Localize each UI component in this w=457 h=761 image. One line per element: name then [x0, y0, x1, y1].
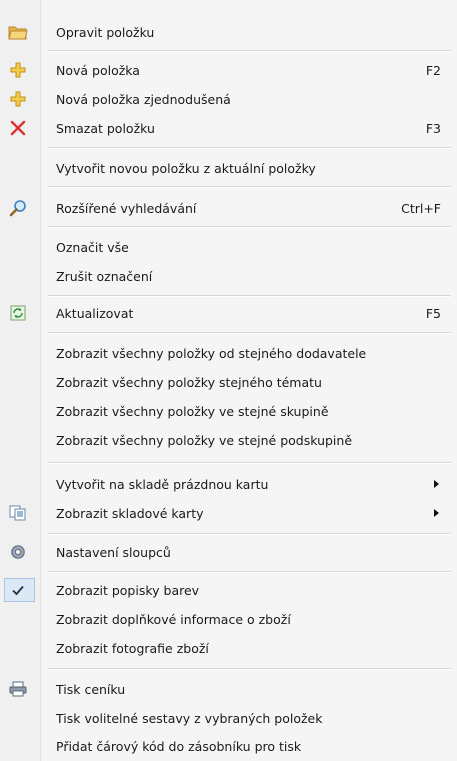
menu-item-print-price-list[interactable]: Tisk ceníku — [0, 677, 457, 701]
menu-item-new-simplified[interactable]: Nová položka zjednodušená — [0, 87, 457, 111]
menu-separator — [48, 147, 451, 149]
menu-item-label: Zobrazit skladové karty — [56, 505, 204, 521]
menu-item-label: Nová položka zjednodušená — [56, 91, 231, 107]
menu-item-deselect[interactable]: Zrušit označení — [0, 264, 457, 288]
shortcut-label: Ctrl+F — [401, 200, 441, 216]
menu-item-label: Zobrazit všechny položky ve stejné podsk… — [56, 432, 353, 448]
menu-item-delete[interactable]: Smazat položku F3 — [0, 116, 457, 140]
menu-item-show-color-labels[interactable]: Zobrazit popisky barev — [0, 578, 457, 602]
menu-item-show-same-subgroup[interactable]: Zobrazit všechny položky ve stejné podsk… — [0, 428, 457, 452]
checkmark-icon — [8, 580, 28, 600]
menu-item-select-all[interactable]: Označit vše — [0, 235, 457, 259]
add-plus-icon — [8, 60, 28, 80]
printer-icon — [8, 679, 28, 699]
copy-cards-icon — [8, 503, 28, 523]
menu-separator — [48, 332, 451, 334]
menu-separator — [48, 226, 451, 228]
menu-item-label: Smazat položku — [56, 120, 155, 136]
menu-item-label: Rozšířené vyhledávání — [56, 200, 197, 216]
menu-item-show-photos[interactable]: Zobrazit fotografie zboží — [0, 636, 457, 660]
menu-item-create-empty-card[interactable]: Vytvořit na skladě prázdnou kartu — [0, 472, 457, 496]
context-menu: Opravit položku Nová položka F2 Nová pol… — [0, 0, 457, 761]
menu-separator — [48, 50, 451, 52]
menu-item-refresh[interactable]: Aktualizovat F5 — [0, 301, 457, 325]
menu-item-label: Tisk volitelné sestavy z vybraných polož… — [56, 710, 323, 726]
menu-item-label: Zobrazit všechny položky ve stejné skupi… — [56, 403, 329, 419]
submenu-arrow-icon — [434, 480, 439, 488]
menu-item-show-same-group[interactable]: Zobrazit všechny položky ve stejné skupi… — [0, 399, 457, 423]
menu-item-show-stock-cards[interactable]: Zobrazit skladové karty — [0, 501, 457, 525]
menu-item-label: Vytvořit novou položku z aktuální položk… — [56, 160, 316, 176]
menu-separator — [48, 533, 451, 535]
menu-item-edit[interactable]: Opravit položku — [0, 20, 457, 44]
menu-item-label: Zobrazit všechny položky stejného tématu — [56, 374, 322, 390]
menu-item-label: Tisk ceníku — [56, 681, 126, 697]
menu-item-column-settings[interactable]: Nastavení sloupců — [0, 540, 457, 564]
menu-item-show-same-supplier[interactable]: Zobrazit všechny položky od stejného dod… — [0, 341, 457, 365]
menu-item-show-extra-info[interactable]: Zobrazit doplňkové informace o zboží — [0, 607, 457, 631]
menu-item-label: Nastavení sloupců — [56, 544, 171, 560]
menu-item-show-same-topic[interactable]: Zobrazit všechny položky stejného tématu — [0, 370, 457, 394]
menu-separator — [48, 462, 451, 464]
submenu-arrow-icon — [434, 509, 439, 517]
menu-item-label: Opravit položku — [56, 24, 155, 40]
menu-item-print-custom-report[interactable]: Tisk volitelné sestavy z vybraných polož… — [0, 706, 457, 730]
shortcut-label: F2 — [425, 62, 441, 78]
add-plus-icon — [8, 89, 28, 109]
menu-item-label: Zobrazit popisky barev — [56, 582, 200, 598]
folder-open-icon — [8, 22, 28, 42]
menu-item-label: Zobrazit doplňkové informace o zboží — [56, 611, 291, 627]
menu-item-label: Zrušit označení — [56, 268, 153, 284]
menu-item-new[interactable]: Nová položka F2 — [0, 58, 457, 82]
shortcut-label: F5 — [425, 305, 441, 321]
menu-item-label: Označit vše — [56, 239, 129, 255]
delete-x-icon — [8, 118, 28, 138]
menu-item-create-from-current[interactable]: Vytvořit novou položku z aktuální položk… — [0, 156, 457, 180]
menu-item-label: Zobrazit fotografie zboží — [56, 640, 209, 656]
menu-item-add-barcode[interactable]: Přidat čárový kód do zásobníku pro tisk — [0, 734, 457, 758]
menu-separator — [48, 668, 451, 670]
menu-separator — [48, 186, 451, 188]
search-magnifier-icon — [8, 198, 28, 218]
menu-item-label: Nová položka — [56, 62, 140, 78]
menu-item-advanced-search[interactable]: Rozšířené vyhledávání Ctrl+F — [0, 196, 457, 220]
gear-icon — [8, 542, 28, 562]
menu-item-label: Vytvořit na skladě prázdnou kartu — [56, 476, 269, 492]
menu-item-label: Zobrazit všechny položky od stejného dod… — [56, 345, 367, 361]
shortcut-label: F3 — [425, 120, 441, 136]
menu-item-label: Aktualizovat — [56, 305, 134, 321]
menu-item-label: Přidat čárový kód do zásobníku pro tisk — [56, 738, 302, 754]
menu-separator — [48, 571, 451, 573]
refresh-icon — [8, 303, 28, 323]
menu-separator — [48, 295, 451, 297]
